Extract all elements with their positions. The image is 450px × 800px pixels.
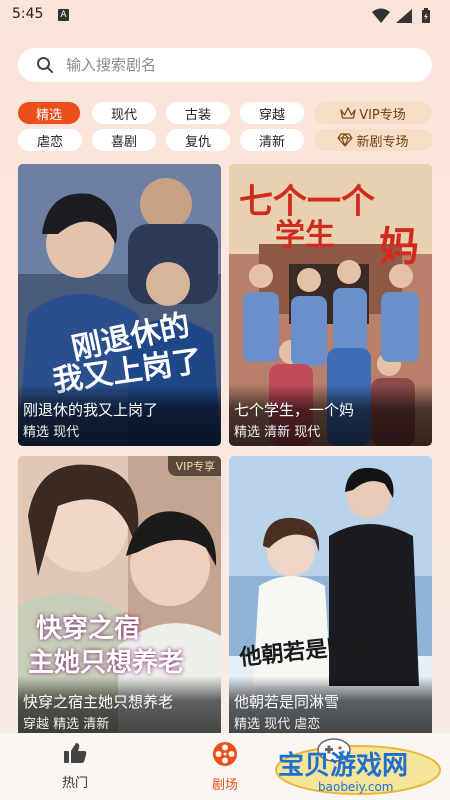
crown-icon (340, 106, 356, 120)
filter-chip-xiandai[interactable]: 现代 (92, 102, 156, 124)
drama-tags: 穿越 精选 清新 (23, 717, 110, 732)
status-bar: 5:45 A (0, 0, 450, 30)
search-icon (36, 56, 54, 78)
drama-title: 七个学生，一个妈 (234, 401, 355, 419)
nav-hot-tab[interactable]: 热门 (45, 741, 105, 791)
status-time: 5:45 (12, 6, 44, 22)
diamond-icon (337, 133, 354, 147)
thumbs-up-icon (45, 741, 105, 769)
nav-hot-label: 热门 (61, 776, 88, 791)
battery-icon (422, 8, 430, 23)
search-input[interactable] (66, 48, 406, 82)
watermark-logo: 宝贝游戏网 baobeiy.com (272, 730, 444, 796)
drama-title: 刚退休的我又上岗了 (23, 401, 159, 419)
filter-chip-chuanyue[interactable]: 穿越 (240, 102, 304, 124)
drama-title: 他朝若是同淋雪 (234, 693, 340, 711)
filter-chip-fuchou[interactable]: 复仇 (166, 129, 230, 151)
new-drama-zone-label: 新剧专场 (356, 134, 409, 150)
signal-icon (396, 9, 412, 23)
poster-title-art: 学生 (275, 218, 335, 253)
watermark-url: baobeiy.com (318, 780, 393, 794)
poster-title-art: 主她只想养老 (28, 648, 185, 678)
film-reel-icon (195, 741, 255, 771)
wifi-icon (372, 8, 390, 23)
drama-card[interactable]: 刚退休的 我又上岗了 刚退休的我又上岗了 精选 现代 (18, 164, 221, 446)
drama-tags: 精选 清新 现代 (234, 425, 321, 440)
nav-theater-label: 剧场 (211, 778, 238, 793)
vip-exclusive-badge: VIP专享 (167, 456, 221, 476)
new-drama-zone-chip[interactable]: 新剧专场 (314, 129, 432, 151)
poster-title-art: 妈 (379, 223, 419, 270)
filter-chip-xiju[interactable]: 喜剧 (92, 129, 156, 151)
filter-chip-nuelian[interactable]: 虐恋 (18, 129, 82, 151)
vip-zone-label: VIP专场 (359, 107, 406, 123)
vip-zone-chip[interactable]: VIP专场 (314, 102, 432, 124)
watermark-text: 宝贝游戏网 (278, 750, 408, 781)
nav-theater-tab[interactable]: 剧场 (195, 741, 255, 793)
notification-a-icon: A (58, 9, 69, 21)
status-icons (370, 8, 440, 28)
filter-chip-jingxuan[interactable]: 精选 (18, 102, 80, 124)
filter-chip-guzhuang[interactable]: 古装 (166, 102, 230, 124)
poster-title-art: 快穿之宿 (36, 614, 141, 644)
drama-tags: 精选 现代 (23, 425, 80, 440)
filter-chip-qingxin[interactable]: 清新 (240, 129, 304, 151)
drama-card[interactable]: 七个一个 学生 妈 七个学生，一个妈 精选 清新 现代 (229, 164, 432, 446)
search-bar[interactable] (18, 48, 432, 82)
drama-title: 快穿之宿主她只想养老 (23, 693, 174, 711)
drama-card[interactable]: 快穿之宿 主她只想养老 VIP专享 快穿之宿主她只想养老 穿越 精选 清新 (18, 456, 221, 738)
drama-card[interactable]: 他朝若是同淋雪 他朝若是同淋雪 精选 现代 虐恋 (229, 456, 432, 738)
